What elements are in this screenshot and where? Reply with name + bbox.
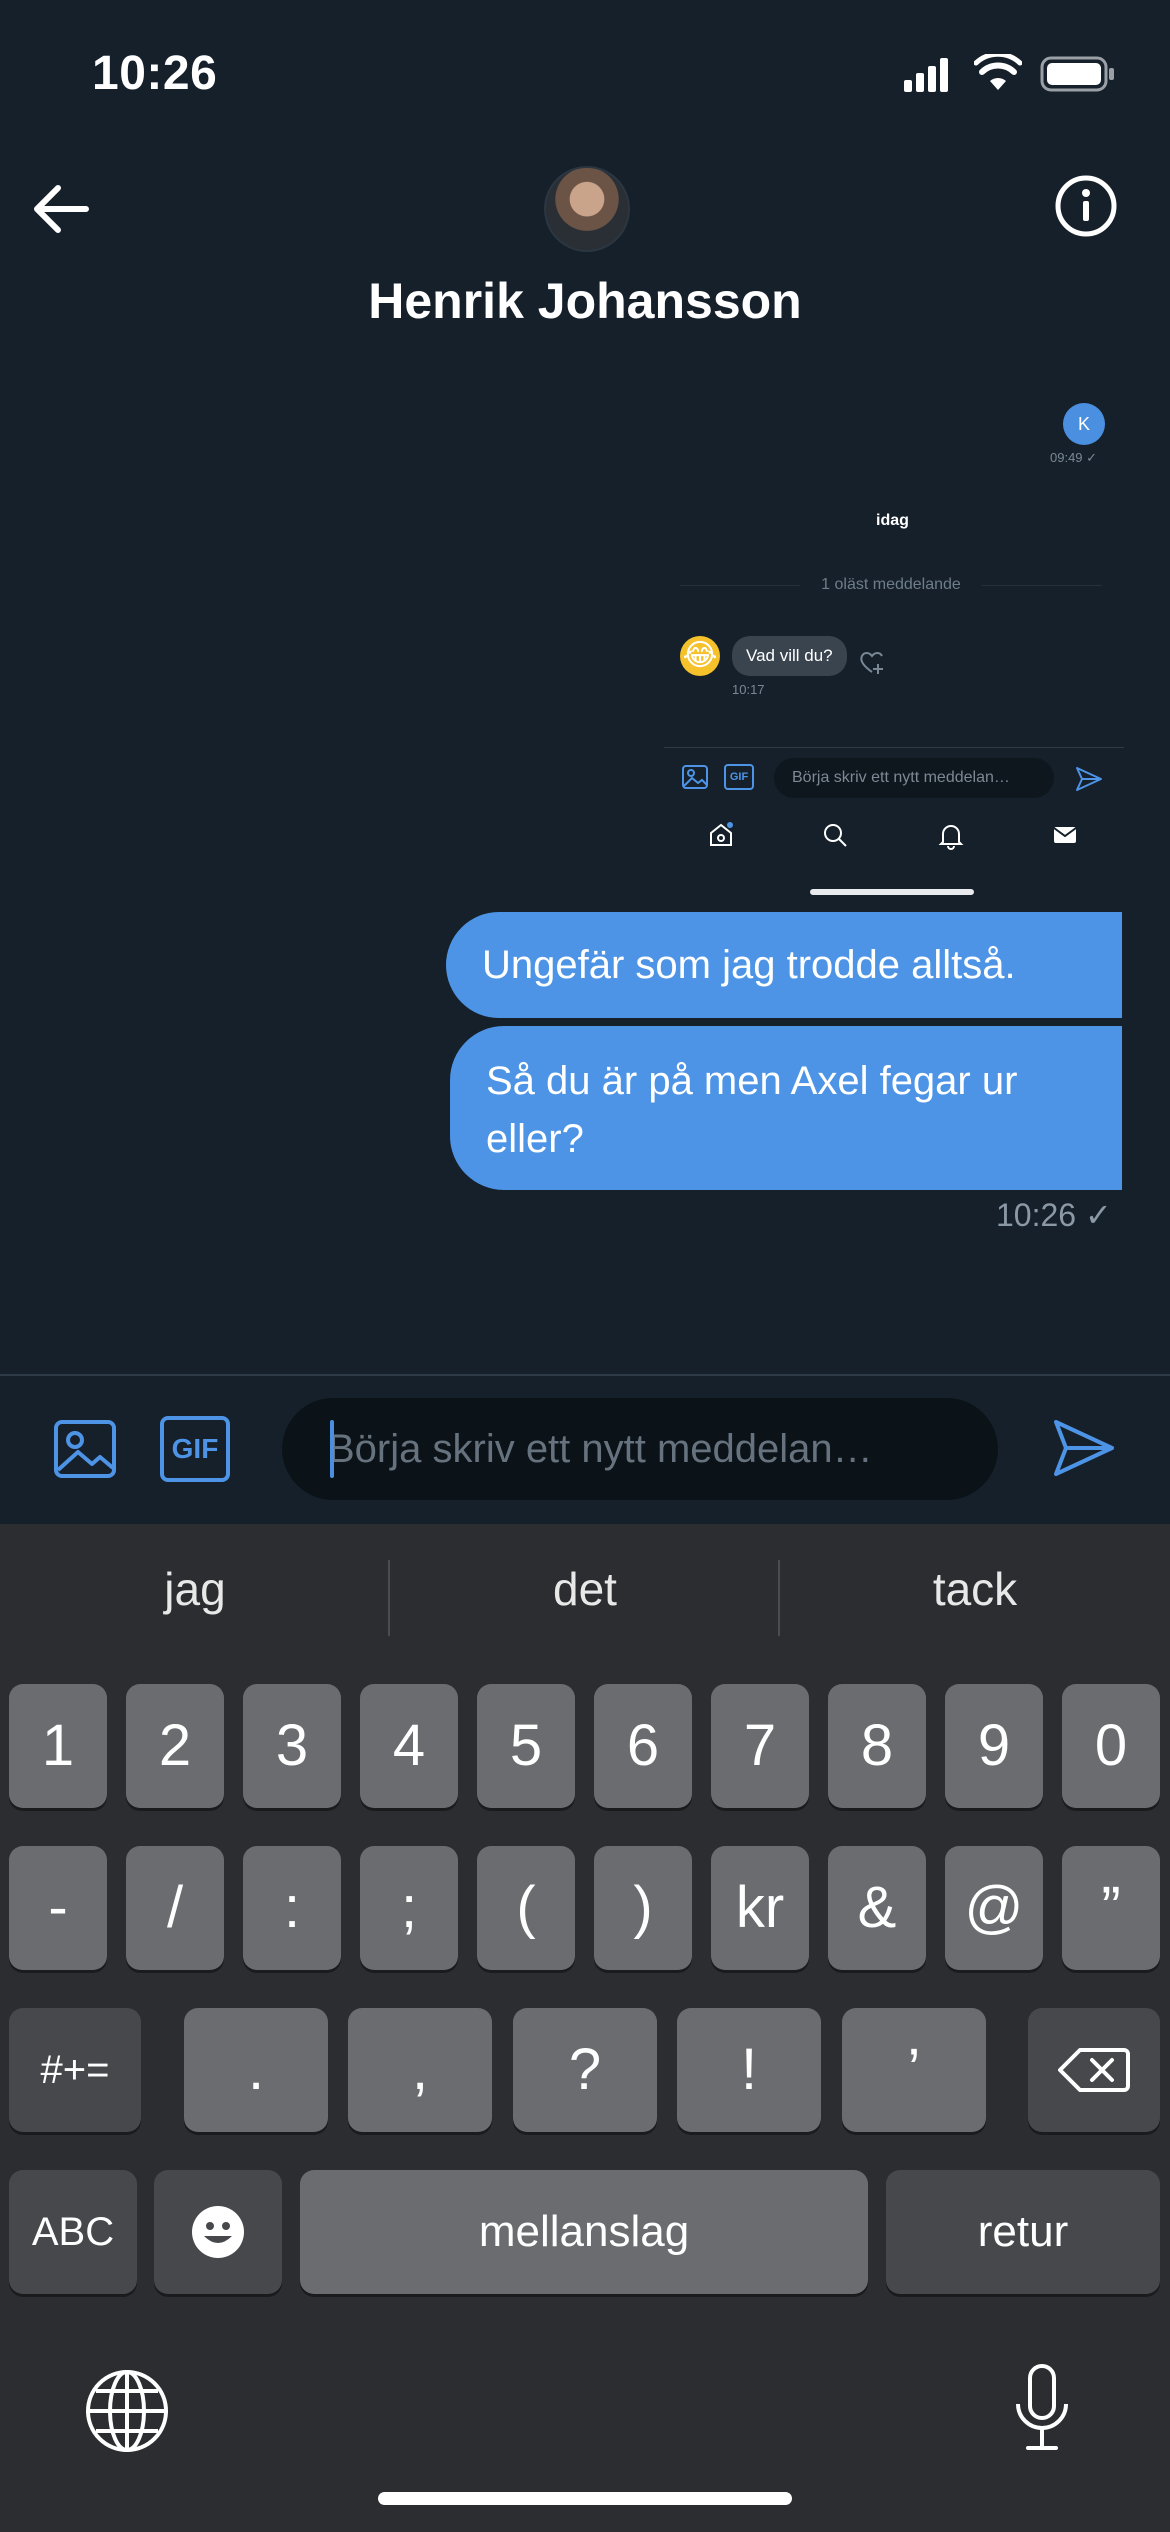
key-at[interactable]: @ [945,1846,1043,1970]
outgoing-message[interactable]: Ungefär som jag trodde alltså. [446,912,1122,1018]
key-semicolon[interactable]: ; [360,1846,458,1970]
backspace-key[interactable] [1028,2008,1160,2132]
key-1[interactable]: 1 [9,1684,107,1808]
emoji-icon [192,2206,244,2258]
outgoing-message[interactable]: Så du är på men Axel fegar ur eller? [450,1026,1122,1190]
home-indicator [378,2492,792,2505]
key-close-paren[interactable]: ) [594,1846,692,1970]
image-icon[interactable] [52,1416,118,1482]
suggestion-det[interactable]: det [390,1562,780,1616]
suggestion-jag[interactable]: jag [0,1562,390,1616]
key-comma[interactable]: , [348,2008,492,2132]
embedded-incoming-time: 10:17 [732,682,765,697]
key-9[interactable]: 9 [945,1684,1043,1808]
status-time: 10:26 [92,47,218,100]
backspace-icon [1058,2048,1130,2092]
wifi-icon [974,54,1022,92]
key-symbols[interactable]: #+= [9,2008,141,2132]
embedded-date-divider: idag [876,512,909,529]
key-5[interactable]: 5 [477,1684,575,1808]
space-key[interactable]: mellanslag [300,2170,868,2294]
send-icon [1074,764,1104,794]
heart-add-icon [858,648,886,676]
key-hyphen[interactable]: - [9,1846,107,1970]
send-icon[interactable] [1050,1414,1118,1482]
info-icon[interactable] [1054,174,1118,238]
embedded-input: Börja skriv ett nytt meddelan… [774,758,1054,798]
key-colon[interactable]: : [243,1846,341,1970]
key-kr[interactable]: kr [711,1846,809,1970]
gif-label: GIF [160,1416,230,1482]
key-open-paren[interactable]: ( [477,1846,575,1970]
embedded-bubble-time: 09:49 ✓ [1050,450,1098,465]
key-question[interactable]: ? [513,2008,657,2132]
key-slash[interactable]: / [126,1846,224,1970]
suggestion-tack[interactable]: tack [780,1562,1170,1616]
key-exclamation[interactable]: ! [677,2008,821,2132]
text-caret [330,1420,334,1478]
key-abc[interactable]: ABC [9,2170,137,2294]
divider [0,1374,1170,1376]
embedded-unread-label: 1 oläst meddelande [821,576,961,593]
avatar[interactable] [544,166,630,252]
key-ampersand[interactable]: & [828,1846,926,1970]
home-icon [706,820,736,850]
divider [664,747,1124,748]
embedded-incoming-message: Vad vill du? [732,636,847,676]
key-apostrophe[interactable]: ’ [842,2008,986,2132]
embedded-bubble: K [1063,403,1105,445]
battery-icon [1040,56,1116,92]
gif-icon: GIF [724,764,754,790]
key-7[interactable]: 7 [711,1684,809,1808]
key-0[interactable]: 0 [1062,1684,1160,1808]
return-key[interactable]: retur [886,2170,1160,2294]
embedded-home-indicator [810,889,974,895]
key-4[interactable]: 4 [360,1684,458,1808]
message-timestamp: 10:26 ✓ [996,1197,1112,1233]
mail-icon [1050,820,1080,850]
key-2[interactable]: 2 [126,1684,224,1808]
emoji-key[interactable] [154,2170,282,2294]
search-icon [820,820,850,850]
divider [680,585,800,586]
key-period[interactable]: . [184,2008,328,2132]
contact-name[interactable]: Henrik Johansson [0,272,1170,330]
gif-button[interactable]: GIF [160,1416,230,1482]
message-input[interactable]: Börja skriv ett nytt meddelan… [282,1398,998,1500]
divider [982,585,1102,586]
laughing-emoji-icon: 😂 [680,636,720,676]
key-quote[interactable]: ” [1062,1846,1160,1970]
signal-icon [904,58,950,92]
globe-icon[interactable] [84,2368,170,2454]
bell-icon [936,820,966,850]
microphone-icon[interactable] [1010,2362,1074,2454]
back-arrow-icon[interactable] [30,178,92,240]
key-8[interactable]: 8 [828,1684,926,1808]
key-6[interactable]: 6 [594,1684,692,1808]
image-icon [680,762,710,792]
key-3[interactable]: 3 [243,1684,341,1808]
